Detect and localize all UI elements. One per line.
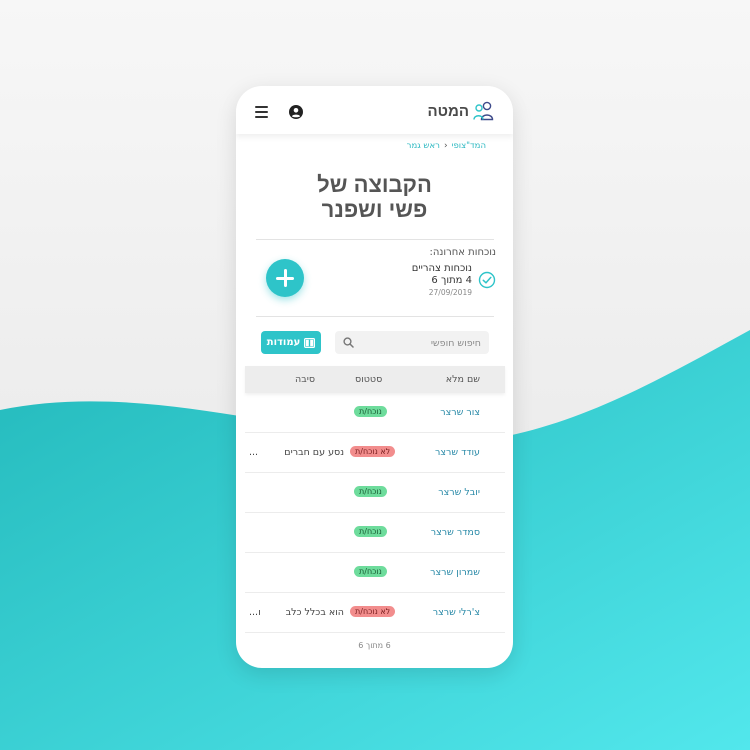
absence-reason: הוא בכלל כלב — [285, 607, 344, 618]
breadcrumb-item-parent[interactable]: המד"צופי — [452, 141, 486, 151]
member-name[interactable]: שמרון שרצר — [430, 567, 480, 578]
add-attendance-button[interactable] — [266, 259, 304, 297]
column-header-name[interactable]: שם מלא — [446, 374, 480, 385]
columns-button-label: עמודות — [266, 337, 301, 348]
member-name[interactable]: צור שרצר — [440, 407, 480, 418]
absence-reason: נסע עם חברים — [284, 447, 344, 458]
brand-logo[interactable]: המטה — [428, 100, 495, 122]
page-title: הקבוצה של פשי ושפנר — [236, 172, 513, 222]
breadcrumb-item-current[interactable]: ראש גמר — [407, 141, 440, 151]
row-count: 6 מתוך 6 — [358, 641, 391, 650]
divider — [256, 316, 494, 317]
status-badge: נוכח/ת — [354, 526, 387, 537]
status-badge: נוכח/ת — [354, 486, 387, 497]
member-name[interactable]: עודד שרצר — [435, 447, 480, 458]
column-header-reason[interactable]: סיבה — [295, 374, 315, 385]
table-row[interactable]: סמדר שרצר נוכח/ת — [245, 513, 505, 553]
table-row[interactable]: צור שרצר נוכח/ת — [245, 393, 505, 433]
table-row[interactable]: יובל שרצר נוכח/ת — [245, 473, 505, 513]
top-app-bar: המטה — [236, 86, 513, 134]
member-name[interactable]: צ'רלי שרצר — [433, 607, 480, 618]
divider — [256, 239, 494, 240]
last-attendance-text: נוכחות צהריים 4 מתוך 6 27/09/2019 — [412, 263, 472, 299]
attendance-count: 4 מתוך 6 — [431, 275, 472, 286]
reason-ellipsis: ... — [249, 447, 259, 458]
attendance-type: נוכחות צהריים — [411, 263, 472, 274]
phone-screen: המטה המד"צופי ‹ ראש גמר הקבוצה של פשי וש… — [236, 86, 513, 668]
columns-button[interactable]: עמודות — [261, 331, 321, 354]
search-box — [335, 331, 489, 355]
member-name[interactable]: סמדר שרצר — [431, 527, 480, 538]
status-badge: לא נוכח/ת — [350, 446, 396, 457]
last-attendance-summary[interactable]: נוכחות צהריים 4 מתוך 6 27/09/2019 — [412, 263, 496, 299]
user-circle-icon[interactable] — [289, 105, 303, 119]
status-badge: נוכח/ת — [354, 566, 387, 577]
check-circle-icon — [478, 271, 496, 289]
brand-name: המטה — [427, 102, 469, 120]
page-title-line-2: פשי ושפנר — [321, 197, 428, 222]
status-badge: נוכח/ת — [354, 406, 387, 417]
breadcrumb: המד"צופי ‹ ראש גמר — [407, 141, 486, 151]
attendance-date: 27/09/2019 — [428, 288, 472, 297]
members-table: צור שרצר נוכח/ת עודד שרצר לא נוכח/ת נסע … — [245, 393, 505, 633]
column-header-status[interactable]: סטטוס — [355, 374, 382, 385]
hamburger-menu-icon[interactable] — [255, 106, 268, 118]
last-attendance-label: נוכחות אחרונה: — [429, 247, 496, 258]
table-row[interactable]: עודד שרצר לא נוכח/ת נסע עם חברים ... — [245, 433, 505, 473]
search-icon — [343, 337, 354, 348]
member-name[interactable]: יובל שרצר — [438, 487, 480, 498]
table-row[interactable]: צ'רלי שרצר לא נוכח/ת הוא בכלל כלב ...ו — [245, 593, 505, 633]
search-input[interactable] — [355, 332, 489, 355]
table-header: שם מלא סטטוס סיבה — [245, 366, 505, 393]
table-row[interactable]: שמרון שרצר נוכח/ת — [245, 553, 505, 593]
status-badge: לא נוכח/ת — [350, 606, 396, 617]
reason-ellipsis: ...ו — [249, 607, 261, 618]
page-title-line-1: הקבוצה של — [317, 172, 432, 197]
group-users-icon — [473, 101, 494, 121]
columns-icon — [304, 337, 316, 348]
chevron-left-icon: ‹ — [443, 141, 448, 151]
